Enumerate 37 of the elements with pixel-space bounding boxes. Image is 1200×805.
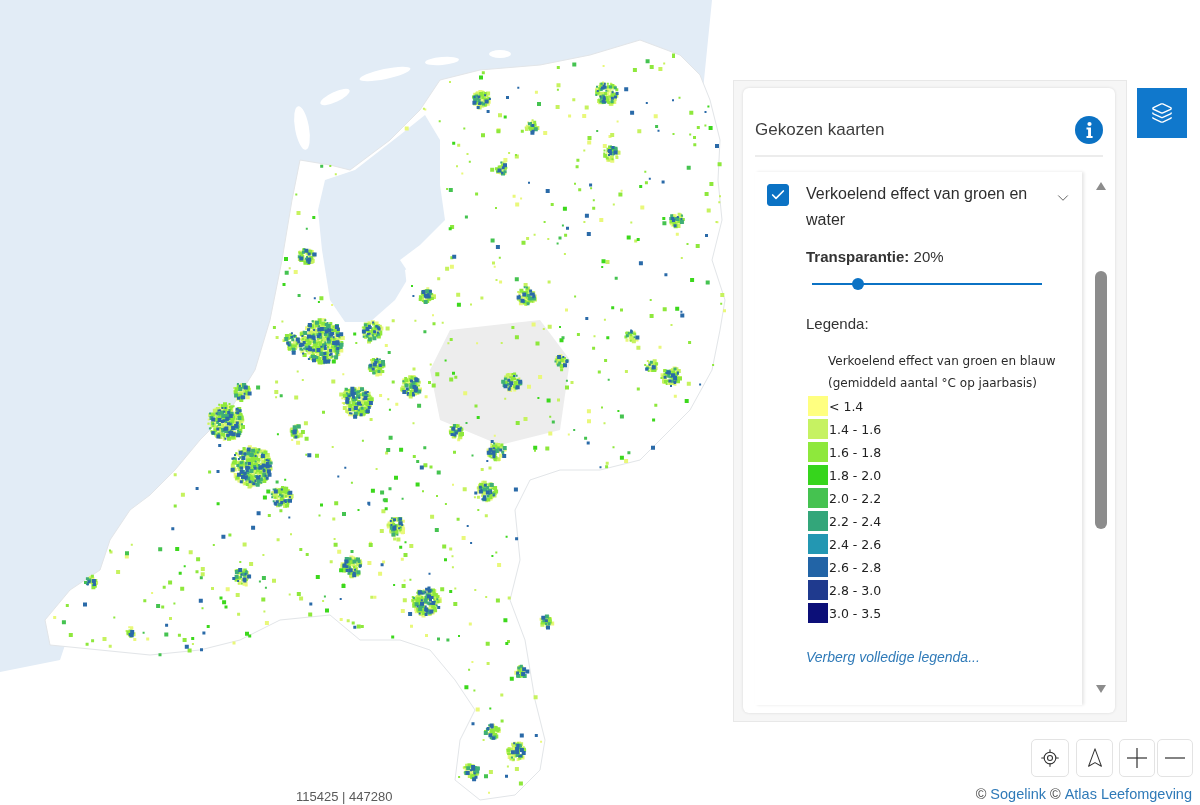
transparency-slider[interactable] xyxy=(812,278,1042,290)
slider-thumb[interactable] xyxy=(852,278,864,290)
legend-heading: Legenda: xyxy=(806,314,869,334)
transparency-label: Transparantie: 20% xyxy=(806,247,944,267)
locate-icon xyxy=(1040,748,1060,768)
copyright-sign: © xyxy=(975,786,987,802)
layer-title: Verkoelend effect van groen en water xyxy=(806,184,1029,230)
legend-label: 2.4 - 2.6 xyxy=(829,536,882,552)
minus-icon xyxy=(1165,757,1185,759)
scroll-up-icon[interactable] xyxy=(1096,182,1106,190)
legend-label: 3.0 - 3.5 xyxy=(829,605,882,621)
legend-label: < 1.4 xyxy=(829,398,864,414)
plus-icon xyxy=(1127,748,1147,768)
copyright-sign: © xyxy=(1049,786,1061,802)
scroll-down-icon[interactable] xyxy=(1096,685,1106,693)
info-icon[interactable] xyxy=(1075,115,1103,144)
hide-legend-link[interactable]: Verberg volledige legenda... xyxy=(806,647,980,667)
zoom-in-button[interactable] xyxy=(1119,739,1155,777)
layers-icon xyxy=(1151,102,1173,124)
coordinates-readout: 115425 | 447280 xyxy=(296,789,393,804)
attribution-link[interactable]: Sogelink xyxy=(990,786,1046,802)
legend-label: 2.0 - 2.2 xyxy=(829,490,882,506)
legend-label: 2.8 - 3.0 xyxy=(829,582,882,598)
layers-button[interactable] xyxy=(1137,88,1187,138)
locate-button[interactable] xyxy=(1031,739,1069,777)
layer-checkbox[interactable] xyxy=(767,184,789,206)
legend-label: 2.6 - 2.8 xyxy=(829,559,882,575)
scrollbar-thumb[interactable] xyxy=(1095,271,1107,529)
zoom-out-button[interactable] xyxy=(1157,739,1193,777)
legend-title: Verkoelend effect van groen en blauw (gemiddeld aantal °C op jaarbasis) xyxy=(828,353,1057,392)
panel-title: Gekozen kaarten xyxy=(755,119,885,140)
legend-label: 1.6 - 1.8 xyxy=(829,444,882,460)
attribution-link[interactable]: Atlas Leefomgeving xyxy=(1064,786,1192,802)
legend-label: 1.8 - 2.0 xyxy=(829,467,882,483)
north-button[interactable] xyxy=(1076,739,1113,777)
legend-label: 2.2 - 2.4 xyxy=(829,513,882,529)
legend-label: 1.4 - 1.6 xyxy=(829,421,882,437)
